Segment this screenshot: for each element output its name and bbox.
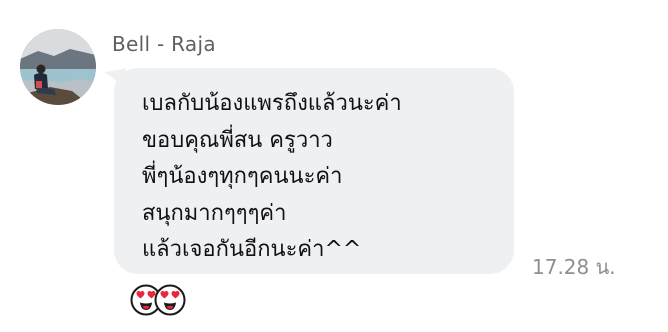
message-text: เบลกับน้องแพรถึงแล้วนะค่า ขอบคุณพี่สน คร… <box>142 86 402 269</box>
message-line: เบลกับน้องแพรถึงแล้วนะค่า <box>142 91 402 116</box>
reaction-summary[interactable] <box>130 284 192 318</box>
avatar-photo <box>20 29 96 105</box>
message-line: ขอบคุณพี่สน ครูวาว <box>142 127 333 153</box>
message-line: แล้วเจอกันอีกนะค่า^^ <box>142 237 362 262</box>
sender-name: Bell - Raja <box>112 32 216 56</box>
message-timestamp: 17.28 น. <box>532 255 616 279</box>
chat-message-row: Bell - Raja เบลกับน้องแพรถึงแล้วนะค่า ขอ… <box>0 0 668 332</box>
sender-avatar[interactable] <box>20 29 96 105</box>
heart-eyes-face-icon <box>154 284 186 316</box>
message-line: พี่ๆน้องๆทุกๆคนนะค่า <box>142 164 343 189</box>
message-line: สนุกมากๆๆๆค่า <box>142 200 287 226</box>
